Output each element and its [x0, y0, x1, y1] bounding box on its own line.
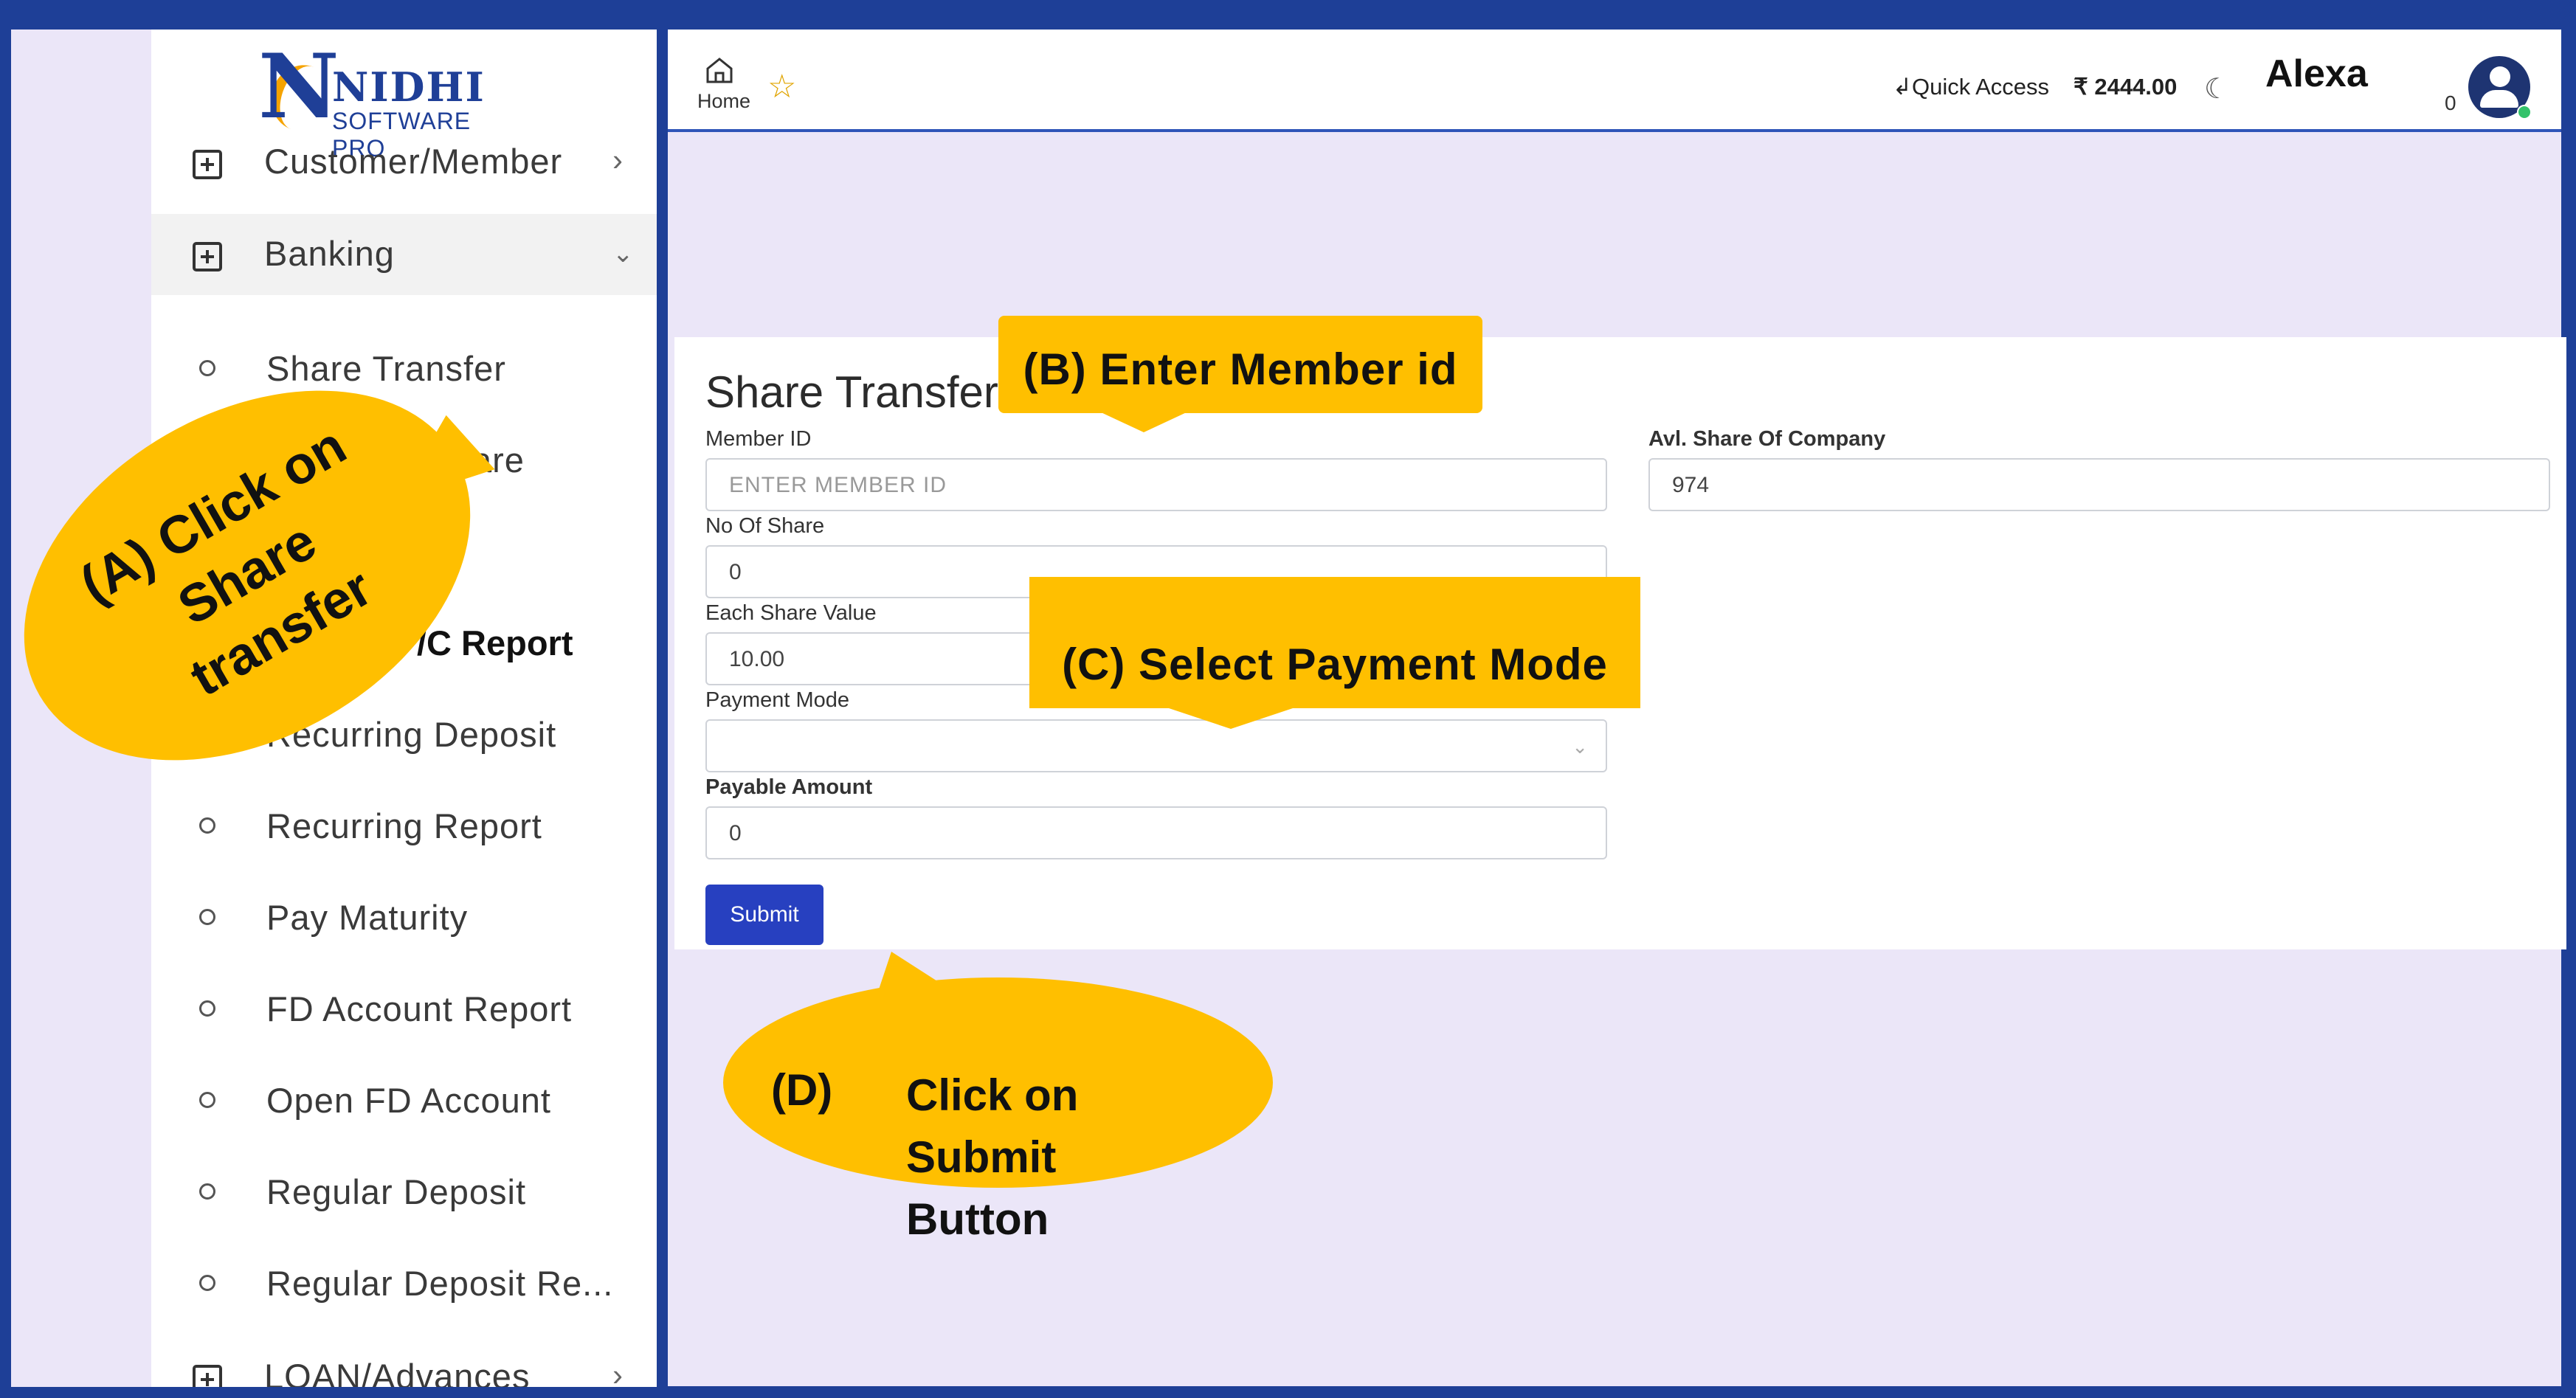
avl-share-value: 974: [1672, 473, 1710, 497]
circle-icon: [199, 817, 215, 834]
circle-icon: [199, 1183, 215, 1200]
home-link[interactable]: Home: [697, 90, 750, 113]
member-id-label: Member ID: [705, 427, 812, 451]
sidebar-subitem-label: Share Transfer: [266, 349, 506, 388]
member-id-placeholder: ENTER MEMBER ID: [729, 473, 947, 497]
avl-share-label: Avl. Share Of Company: [1648, 427, 1886, 451]
sidebar-subitem-label: FD Account Report: [266, 989, 573, 1028]
chevron-down-icon: ⌄: [612, 240, 634, 268]
no-of-share-value: 0: [729, 560, 742, 584]
circle-icon: [199, 1275, 215, 1291]
plus-square-icon: [193, 1365, 222, 1387]
avl-share-field[interactable]: 974: [1648, 458, 2550, 511]
home-icon[interactable]: [705, 55, 734, 85]
circle-icon: [199, 1092, 215, 1108]
callout-c-pointer: [1164, 707, 1297, 729]
sidebar-subitem-label: Open FD Account: [266, 1081, 551, 1120]
quick-access-label: Quick Access: [1911, 74, 2050, 100]
payment-mode-select[interactable]: ⌄: [705, 719, 1607, 772]
callout-d-text: Click on Submit Button: [906, 1070, 1079, 1244]
sidebar-subitem-recurring-report[interactable]: Recurring Report: [151, 782, 657, 873]
callout-b: (B) Enter Member id: [998, 316, 1482, 413]
sidebar-subitem-label: Pay Maturity: [266, 898, 469, 937]
each-share-value-label: Each Share Value: [705, 601, 877, 625]
member-id-input[interactable]: ENTER MEMBER ID: [705, 458, 1607, 511]
sidebar-subitem-open-fd-account[interactable]: Open FD Account: [151, 1056, 657, 1148]
circle-icon: [199, 909, 215, 925]
payable-amount-label: Payable Amount: [705, 775, 873, 799]
callout-b-pointer: [1099, 412, 1188, 432]
circle-icon: [199, 360, 215, 376]
sidebar-subitem-pay-maturity[interactable]: Pay Maturity: [151, 873, 657, 965]
favorite-star-icon[interactable]: ☆: [767, 68, 796, 105]
quick-access-link[interactable]: ↲Quick Access: [1893, 74, 2049, 100]
sidebar-subitem-label: Recurring Report: [266, 806, 542, 845]
circle-icon: [199, 1000, 215, 1017]
sidebar-item-loan-advances[interactable]: LOAN/Advances ›: [151, 1337, 657, 1387]
callout-c: (C) Select Payment Mode: [1029, 577, 1640, 708]
submit-button[interactable]: Submit: [705, 885, 823, 945]
plus-square-icon: [193, 150, 222, 179]
chevron-right-icon: ›: [612, 142, 623, 177]
no-of-share-label: No Of Share: [705, 514, 825, 538]
page-title: Share Transfer: [705, 367, 998, 417]
online-status-dot: [2517, 105, 2532, 120]
sidebar-item-banking[interactable]: Banking ⌄: [151, 214, 657, 295]
sidebar-item-label: Banking: [264, 234, 395, 273]
chevron-down-icon: ⌄: [1572, 736, 1588, 758]
user-avatar-icon[interactable]: [2468, 56, 2532, 120]
logo-brand-name: NIDHI: [332, 63, 486, 111]
payment-mode-label: Payment Mode: [705, 688, 850, 712]
avatar-body: [2480, 90, 2518, 108]
sidebar-subitem-label: Regular Deposit Re...: [266, 1264, 614, 1303]
callout-b-text: (B) Enter Member id: [1023, 345, 1458, 394]
sidebar-subitem-fd-account-report[interactable]: FD Account Report: [151, 965, 657, 1056]
dark-mode-moon-icon[interactable]: ☾: [2204, 72, 2229, 105]
sidebar-subitem-regular-deposit[interactable]: Regular Deposit: [151, 1148, 657, 1239]
payable-amount-value: 0: [729, 821, 742, 845]
notification-count[interactable]: 0: [2445, 91, 2456, 115]
sidebar-subitem-regular-deposit-report[interactable]: Regular Deposit Re...: [151, 1239, 657, 1331]
user-name: Alexa: [2265, 52, 2368, 95]
wallet-balance: ₹ 2444.00: [2073, 74, 2178, 100]
top-bar: Home ☆ ↲Quick Access ₹ 2444.00 ☾ Alexa 0: [668, 30, 2561, 132]
callout-d-letter: (D): [771, 1065, 833, 1115]
logo-mark: N: [258, 35, 339, 139]
sidebar-item-label: Customer/Member: [264, 142, 563, 181]
sidebar-item-label: LOAN/Advances: [264, 1357, 531, 1387]
chevron-right-icon: ›: [612, 1357, 623, 1387]
sidebar-subitem-label: /C Report: [417, 623, 573, 662]
sidebar-subitem-label: Regular Deposit: [266, 1172, 527, 1211]
sidebar-subitem-share-transfer[interactable]: Share Transfer: [151, 325, 657, 416]
sidebar-item-customer-member[interactable]: Customer/Member ›: [151, 122, 657, 203]
plus-square-icon: [193, 242, 222, 271]
callout-c-text: (C) Select Payment Mode: [1062, 640, 1608, 689]
avatar-head: [2490, 66, 2510, 87]
payable-amount-input[interactable]: 0: [705, 806, 1607, 859]
each-share-value: 10.00: [729, 647, 785, 671]
